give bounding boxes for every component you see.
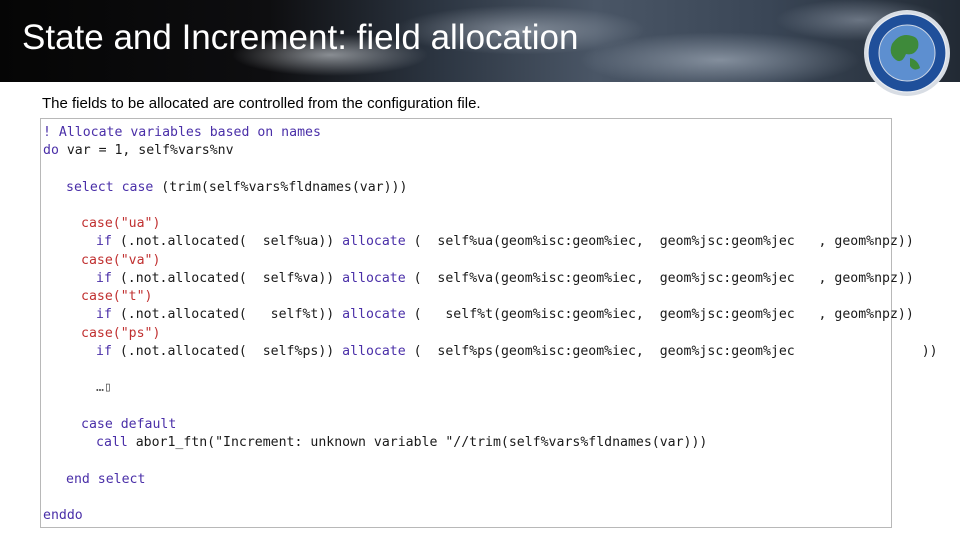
code-keyword: if — [96, 234, 112, 249]
organization-logo-icon — [864, 10, 950, 96]
code-comment: ! Allocate variables based on names — [43, 125, 321, 140]
code-if-line: if (.not.allocated( self%ps)) allocate (… — [96, 344, 938, 360]
code-keyword: if — [96, 307, 112, 322]
code-ellipsis: …▯ — [96, 380, 112, 395]
code-if-line: if (.not.allocated( self%ua)) allocate (… — [96, 234, 914, 250]
code-text: ( self%ps(geom%isc:geom%iec, geom%jsc:ge… — [405, 344, 938, 359]
code-keyword: if — [96, 271, 112, 286]
code-keyword: do — [43, 143, 59, 158]
code-block: ! Allocate variables based on names do v… — [40, 118, 938, 528]
code-do-line: do var = 1, self%vars%nv — [43, 143, 234, 159]
code-case-default: case default — [81, 417, 177, 432]
code-keyword: select case — [66, 180, 154, 195]
code-case-label: case("ps") — [81, 326, 161, 341]
code-enddo: enddo — [43, 508, 83, 523]
intro-text: The fields to be allocated are controlle… — [42, 95, 481, 112]
code-text: ( self%ua(geom%isc:geom%iec, geom%jsc:ge… — [405, 234, 914, 249]
code-select-line: select case (trim(self%vars%fldnames(var… — [66, 180, 407, 196]
code-text: ( self%va(geom%isc:geom%iec, geom%jsc:ge… — [405, 271, 914, 286]
code-if-line: if (.not.allocated( self%va)) allocate (… — [96, 271, 914, 287]
code-call-line: call abor1_ftn("Increment: unknown varia… — [96, 435, 707, 451]
code-keyword: allocate — [334, 271, 406, 286]
code-text: ( self%t(geom%isc:geom%iec, geom%jsc:geo… — [405, 307, 914, 322]
code-text: (.not.allocated( self%va)) — [111, 271, 335, 286]
code-case-label: case("va") — [81, 253, 161, 268]
code-keyword: allocate — [334, 307, 406, 322]
code-keyword: if — [96, 344, 112, 359]
code-text: (.not.allocated( self%ps)) — [111, 344, 335, 359]
code-text: (.not.allocated( self%ua)) — [111, 234, 335, 249]
code-case-label: case("t") — [81, 289, 153, 304]
code-if-line: if (.not.allocated( self%t)) allocate ( … — [96, 307, 914, 323]
code-end-select: end select — [66, 472, 146, 487]
code-text: (trim(self%vars%fldnames(var))) — [153, 180, 408, 195]
slide-header: State and Increment: field allocation — [0, 0, 960, 96]
code-keyword: allocate — [334, 344, 406, 359]
code-text: (.not.allocated( self%t)) — [111, 307, 335, 322]
code-keyword: call — [96, 435, 128, 450]
slide-title: State and Increment: field allocation — [22, 18, 579, 57]
code-case-label: case("ua") — [81, 216, 161, 231]
code-text: abor1_ftn("Increment: unknown variable "… — [127, 435, 708, 450]
code-keyword: allocate — [334, 234, 406, 249]
code-text: var = 1, self%vars%nv — [58, 143, 234, 158]
